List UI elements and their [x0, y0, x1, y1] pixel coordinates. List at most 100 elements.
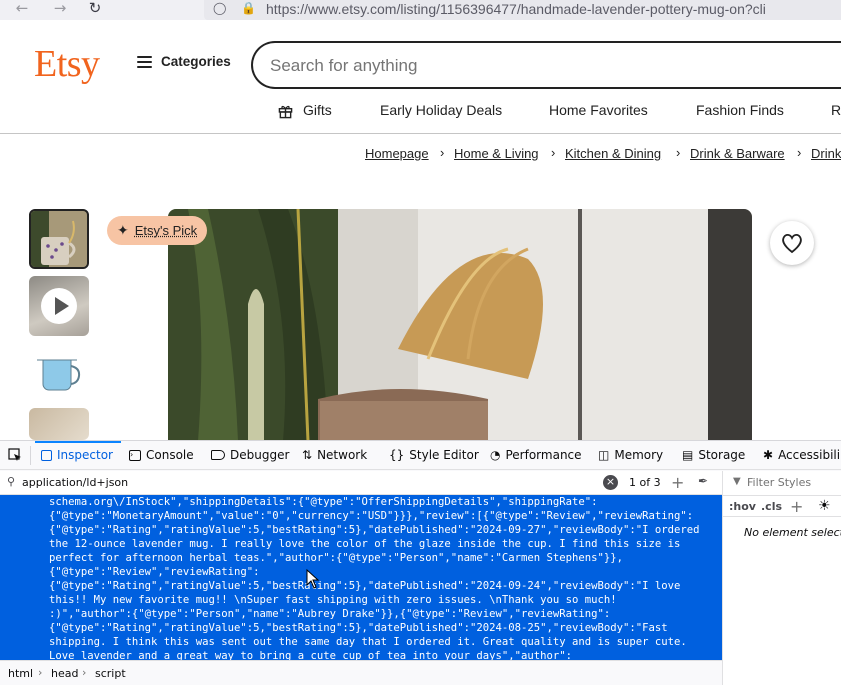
main-product-image[interactable]: [168, 209, 752, 441]
code-line: {"@type":"Rating","ratingValue":5,"bestR…: [49, 622, 668, 634]
tab-memory-label: Memory: [614, 448, 664, 462]
search-input[interactable]: Search for anything: [251, 41, 841, 89]
dom-crumb-script[interactable]: script: [95, 667, 126, 680]
tab-storage-label: Storage: [698, 448, 746, 462]
etsys-pick-label: Etsy's Pick: [134, 223, 198, 238]
tab-performance[interactable]: ◔ Performance: [490, 448, 582, 462]
add-node-icon[interactable]: +: [671, 473, 684, 492]
chevron-right-icon: ›: [38, 666, 43, 679]
code-line: perfect for afternoon herbal teas.","aut…: [49, 552, 624, 564]
url-text[interactable]: https://www.etsy.com/listing/1156396477/…: [266, 1, 766, 17]
style-editor-icon: {}: [389, 448, 405, 462]
mug-size-illustration: [37, 359, 81, 391]
add-rule-icon[interactable]: +: [790, 497, 803, 516]
tab-debugger[interactable]: Debugger: [211, 448, 289, 462]
code-line: :)","author":{"@type":"Person","name":"A…: [49, 608, 611, 620]
search-result-count: 1 of 3: [629, 476, 661, 489]
chevron-right-icon: ›: [676, 145, 681, 160]
cls-toggle[interactable]: .cls: [761, 500, 782, 513]
search-placeholder: Search for anything: [270, 56, 418, 75]
thumbnail-video[interactable]: [29, 276, 89, 336]
tab-network-label: Network: [317, 448, 368, 462]
chevron-right-icon: ›: [82, 666, 87, 679]
hov-toggle[interactable]: :hov: [729, 500, 756, 513]
categories-button[interactable]: Categories: [137, 54, 231, 69]
mouse-cursor-icon: [306, 569, 320, 589]
thumbnail-1[interactable]: [29, 209, 89, 269]
shield-icon[interactable]: ◯: [213, 1, 226, 15]
etsy-logo[interactable]: Etsy: [34, 42, 100, 86]
tab-accessibility[interactable]: ✱ Accessibili: [763, 448, 840, 462]
element-picker-icon[interactable]: [8, 448, 22, 462]
breadcrumb-homepage[interactable]: Homepage: [365, 146, 429, 161]
nav-fashion-finds[interactable]: Fashion Finds: [696, 102, 784, 118]
tab-performance-label: Performance: [505, 448, 582, 462]
network-icon: ⇅: [302, 448, 313, 462]
accessibility-icon: ✱: [763, 448, 774, 462]
menu-icon: [137, 55, 152, 68]
url-bar[interactable]: ◯ 🔒 https://www.etsy.com/listing/1156396…: [204, 0, 841, 20]
thumbnail-3[interactable]: [29, 342, 89, 402]
rules-panel: ▼ Filter Styles :hov .cls + ☀ No element…: [722, 471, 841, 685]
heart-icon: [782, 233, 802, 254]
filter-icon: ▼: [733, 476, 741, 487]
inspector-icon: [41, 449, 52, 461]
nav-early-holiday-deals[interactable]: Early Holiday Deals: [380, 102, 502, 118]
breadcrumb: Homepage › Home & Living › Kitchen & Din…: [0, 145, 841, 166]
tab-inspector-label: Inspector: [57, 448, 113, 462]
code-line: shipping. I think this was sent out the …: [49, 636, 687, 648]
html-search-bar: ⚲ application/ld+json × 1 of 3 + ✒: [0, 471, 722, 495]
code-line: {"@type":"Rating","ratingValue":5,"bestR…: [49, 580, 681, 592]
nav-more[interactable]: Re: [831, 102, 841, 118]
breadcrumb-drink-barware[interactable]: Drink & Barware: [690, 146, 785, 161]
chevron-right-icon: ›: [440, 145, 445, 160]
no-element-message: No element selected.: [744, 526, 841, 539]
play-icon: [41, 288, 77, 324]
debugger-icon: [211, 450, 225, 460]
dom-crumb-head[interactable]: head: [51, 667, 78, 680]
nav-gifts[interactable]: Gifts: [303, 102, 332, 118]
eyedropper-icon[interactable]: ✒: [698, 474, 708, 488]
tab-memory[interactable]: ◫ Memory: [598, 448, 663, 462]
lock-icon[interactable]: 🔒: [241, 1, 256, 15]
selected-script-content[interactable]: schema.org\/InStock","shippingDetails":{…: [0, 495, 722, 660]
clear-search-icon[interactable]: ×: [603, 475, 618, 490]
tab-debugger-label: Debugger: [230, 448, 290, 462]
filter-styles-input[interactable]: Filter Styles: [747, 476, 811, 489]
arrow-right-icon[interactable]: →: [50, 0, 70, 18]
console-icon: ›: [129, 449, 141, 461]
tab-accessibility-label: Accessibili: [778, 448, 841, 462]
nav-home-favorites[interactable]: Home Favorites: [549, 102, 648, 118]
rules-toolbar: :hov .cls + ☀: [723, 495, 841, 517]
chevron-right-icon: ›: [551, 145, 556, 160]
tab-style-editor-label: Style Editor: [409, 448, 479, 462]
reload-icon[interactable]: ↻: [85, 0, 105, 18]
storage-icon: ▤: [682, 448, 694, 462]
favorite-button[interactable]: [770, 221, 814, 265]
memory-icon: ◫: [598, 448, 610, 462]
code-line: {"@type":"Rating","ratingValue":5,"bestR…: [49, 524, 700, 536]
code-line: {"@type":"Review","reviewRating":: [49, 566, 260, 578]
tab-storage[interactable]: ▤ Storage: [682, 448, 745, 462]
code-line: this!! My new favorite mug!! \nSuper fas…: [49, 594, 617, 606]
arrow-left-icon[interactable]: ←: [12, 0, 32, 18]
code-line: {"@type":"MonetaryAmount","value":"0","c…: [49, 510, 694, 522]
tab-console-label: Console: [146, 448, 194, 462]
tab-style-editor[interactable]: {} Style Editor: [389, 448, 479, 462]
html-search-input[interactable]: application/ld+json: [22, 476, 128, 489]
performance-icon: ◔: [490, 448, 501, 462]
search-icon: ⚲: [7, 475, 16, 488]
thumbnail-4[interactable]: [29, 408, 89, 440]
devtools-panel: Inspector › Console Debugger ⇅ Network {…: [0, 440, 841, 685]
active-tab-indicator: [35, 441, 121, 443]
dom-crumb-html[interactable]: html: [8, 667, 33, 680]
tab-network[interactable]: ⇅ Network: [302, 448, 367, 462]
tab-console[interactable]: › Console: [129, 448, 194, 462]
breadcrumb-home-living[interactable]: Home & Living: [454, 146, 539, 161]
breadcrumb-drink[interactable]: Drink: [811, 146, 841, 161]
breadcrumb-kitchen-dining[interactable]: Kitchen & Dining: [565, 146, 661, 161]
light-mode-icon[interactable]: ☀: [818, 498, 831, 514]
product-photo: [168, 209, 752, 441]
etsys-pick-badge[interactable]: ✦ Etsy's Pick: [107, 216, 208, 245]
tab-inspector[interactable]: Inspector: [41, 448, 113, 462]
